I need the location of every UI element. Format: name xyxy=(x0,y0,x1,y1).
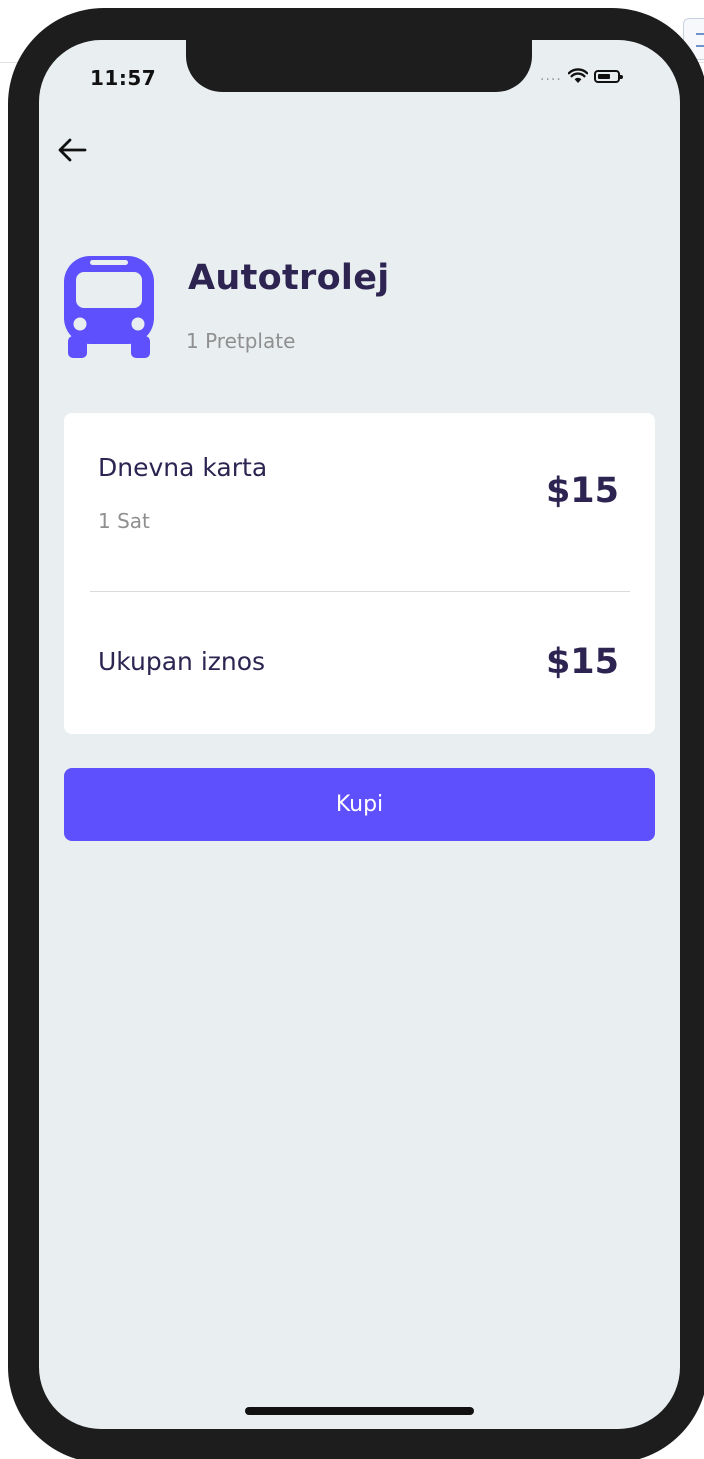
order-summary-card: Dnevna karta 1 Sat $15 Ukupan iznos $15 xyxy=(64,413,655,734)
bus-icon xyxy=(64,256,154,358)
signal-dots: .... xyxy=(540,68,562,84)
canvas: 11:57 .... Autotrolej 1 Pretplate Dnevna… xyxy=(0,0,704,1459)
battery-level xyxy=(597,73,610,79)
battery-icon xyxy=(593,69,623,83)
arrow-left-icon xyxy=(58,138,87,162)
ticket-name: Dnevna karta xyxy=(98,453,268,482)
summary-divider xyxy=(90,591,630,592)
buy-button[interactable]: Kupi xyxy=(64,768,655,841)
status-icons: .... xyxy=(540,68,623,84)
status-time: 11:57 xyxy=(90,66,157,90)
battery-cap xyxy=(619,74,623,79)
provider-subscriptions: 1 Pretplate xyxy=(186,329,296,353)
ticket-price: $15 xyxy=(545,471,619,511)
ticket-duration: 1 Sat xyxy=(98,509,150,533)
phone-notch xyxy=(186,38,532,92)
home-indicator xyxy=(245,1407,474,1415)
total-price: $15 xyxy=(545,642,619,682)
app-screen xyxy=(39,40,680,1429)
back-button[interactable] xyxy=(52,130,92,170)
total-label: Ukupan iznos xyxy=(98,647,266,676)
provider-name: Autotrolej xyxy=(188,258,390,298)
wifi-icon xyxy=(567,68,588,83)
